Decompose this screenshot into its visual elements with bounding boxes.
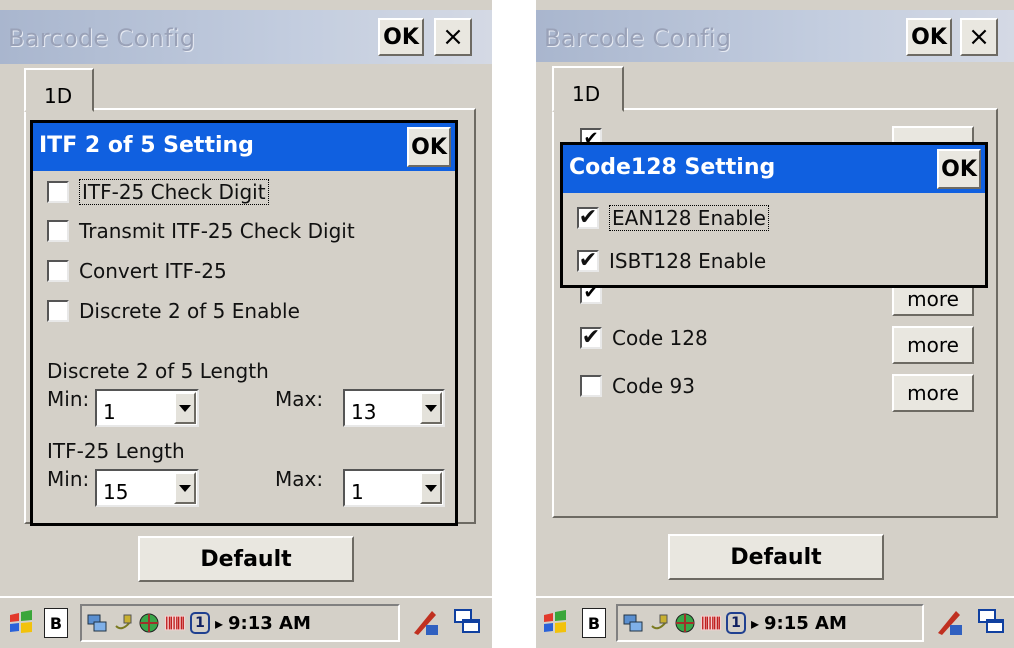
checkbox-label: Code 128 xyxy=(612,326,708,350)
tray-one-icon[interactable]: 1 xyxy=(190,612,210,634)
isbt128-enable-checkbox[interactable]: ✔ ISBT128 Enable xyxy=(577,249,766,273)
network-icon[interactable] xyxy=(86,612,108,634)
checkbox-box[interactable]: ✔ xyxy=(577,207,599,229)
dropdown-arrow-icon[interactable] xyxy=(420,472,442,504)
taskbar: B 1 ▸ 9:13 AM xyxy=(0,596,492,648)
close-button[interactable]: × xyxy=(960,18,998,56)
itf-min-select[interactable]: 15 xyxy=(95,469,199,507)
dialog-ok-button[interactable]: OK xyxy=(937,149,981,189)
checkbox-label: Convert ITF-25 xyxy=(79,259,227,283)
arrow-icon: ▸ xyxy=(214,613,224,633)
more-button-code128[interactable]: more xyxy=(892,326,974,364)
checkbox-box[interactable] xyxy=(47,300,69,322)
dropdown-arrow-icon[interactable] xyxy=(420,392,442,424)
system-tray: 1 ▸ 9:13 AM xyxy=(80,604,400,642)
itf-max-select[interactable]: 1 xyxy=(343,469,445,507)
itf-min-label: Min: xyxy=(47,467,90,491)
transmit-check-digit-checkbox[interactable]: Transmit ITF-25 Check Digit xyxy=(47,219,355,243)
dialog-title: ITF 2 of 5 Setting xyxy=(39,133,254,158)
keyboard-b-icon[interactable]: B xyxy=(582,608,606,638)
checkbox-label: Transmit ITF-25 Check Digit xyxy=(79,219,355,243)
itf-length-label: ITF-25 Length xyxy=(47,439,185,463)
windows-start-icon[interactable] xyxy=(6,607,36,637)
clock-time[interactable]: 9:15 AM xyxy=(764,613,847,634)
dialog-ok-button[interactable]: OK xyxy=(407,127,451,167)
power-plug-icon[interactable] xyxy=(112,612,134,634)
discrete-min-select[interactable]: 1 xyxy=(95,389,199,427)
dropdown-arrow-icon[interactable] xyxy=(174,472,196,504)
code93-checkbox[interactable]: Code 93 xyxy=(580,374,695,398)
globe-icon[interactable] xyxy=(138,612,160,634)
default-button[interactable]: Default xyxy=(668,534,884,580)
itf-max-label: Max: xyxy=(275,467,324,491)
barcode-icon[interactable] xyxy=(164,612,186,634)
title-ok-button[interactable]: OK xyxy=(378,18,424,56)
checkbox-label: EAN128 Enable xyxy=(609,205,769,231)
select-value: 1 xyxy=(103,400,116,424)
dialog-header: Code128 Setting OK xyxy=(563,145,985,193)
convert-itf25-checkbox[interactable]: Convert ITF-25 xyxy=(47,259,227,283)
title-ok-button[interactable]: OK xyxy=(906,18,952,56)
discrete-max-select[interactable]: 13 xyxy=(343,389,445,427)
clock-time[interactable]: 9:13 AM xyxy=(228,613,311,634)
checkbox-label: Discrete 2 of 5 Enable xyxy=(79,299,300,323)
globe-icon[interactable] xyxy=(674,612,696,634)
checkbox-box[interactable] xyxy=(47,181,69,203)
checkbox-box[interactable] xyxy=(47,220,69,242)
dialog-title: Code128 Setting xyxy=(569,155,776,180)
discrete-min-label: Min: xyxy=(47,387,90,411)
title-bar: Barcode Config OK × xyxy=(0,10,492,64)
window-switch-icon[interactable] xyxy=(976,607,1006,637)
network-icon[interactable] xyxy=(622,612,644,634)
itf-2of5-dialog: ITF 2 of 5 Setting OK ITF-25 Check Digit… xyxy=(30,120,458,526)
discrete-2of5-enable-checkbox[interactable]: Discrete 2 of 5 Enable xyxy=(47,299,300,323)
window-switch-icon[interactable] xyxy=(452,607,482,637)
default-button[interactable]: Default xyxy=(138,536,354,582)
code128-checkbox[interactable]: ✔ Code 128 xyxy=(580,326,708,350)
checkbox-box[interactable] xyxy=(580,375,602,397)
taskbar: B 1 ▸ 9:15 AM xyxy=(536,596,1014,648)
checkbox-label: Code 93 xyxy=(612,374,696,398)
system-tray: 1 ▸ 9:15 AM xyxy=(616,604,924,642)
tab-1d[interactable]: 1D xyxy=(24,68,94,112)
tab-1d[interactable]: 1D xyxy=(552,66,624,112)
checkbox-box[interactable]: ✔ xyxy=(580,327,602,349)
input-panel-icon[interactable] xyxy=(410,607,440,637)
window-title: Barcode Config xyxy=(544,24,732,52)
ean128-enable-checkbox[interactable]: ✔ EAN128 Enable xyxy=(577,205,769,231)
more-button-code93[interactable]: more xyxy=(892,374,974,412)
dialog-header: ITF 2 of 5 Setting OK xyxy=(33,123,455,171)
checkbox-box[interactable] xyxy=(47,260,69,282)
dropdown-arrow-icon[interactable] xyxy=(174,392,196,424)
right-screenshot: Barcode Config OK × 1D ✔ ✔ more ✔ Code 1… xyxy=(536,0,1014,648)
itf25-check-digit-checkbox[interactable]: ITF-25 Check Digit xyxy=(47,179,269,205)
select-value: 13 xyxy=(351,400,377,424)
windows-start-icon[interactable] xyxy=(540,607,570,637)
checkbox-label: ITF-25 Check Digit xyxy=(79,179,269,205)
keyboard-b-icon[interactable]: B xyxy=(44,608,68,638)
title-bar: Barcode Config OK × xyxy=(536,10,1014,62)
checkbox-label: ISBT128 Enable xyxy=(609,249,767,273)
left-screenshot: Barcode Config OK × 1D ITF 2 of 5 Settin… xyxy=(0,0,492,648)
tray-one-icon[interactable]: 1 xyxy=(726,612,746,634)
select-value: 1 xyxy=(351,480,364,504)
discrete-max-label: Max: xyxy=(275,387,324,411)
window-title: Barcode Config xyxy=(8,24,196,52)
barcode-icon[interactable] xyxy=(700,612,722,634)
select-value: 15 xyxy=(103,480,129,504)
arrow-icon: ▸ xyxy=(750,613,760,633)
input-panel-icon[interactable] xyxy=(934,607,964,637)
checkbox-box[interactable]: ✔ xyxy=(577,250,599,272)
close-button[interactable]: × xyxy=(434,18,472,56)
discrete-length-label: Discrete 2 of 5 Length xyxy=(47,359,269,383)
power-plug-icon[interactable] xyxy=(648,612,670,634)
code128-dialog: Code128 Setting OK ✔ EAN128 Enable ✔ ISB… xyxy=(560,142,988,288)
